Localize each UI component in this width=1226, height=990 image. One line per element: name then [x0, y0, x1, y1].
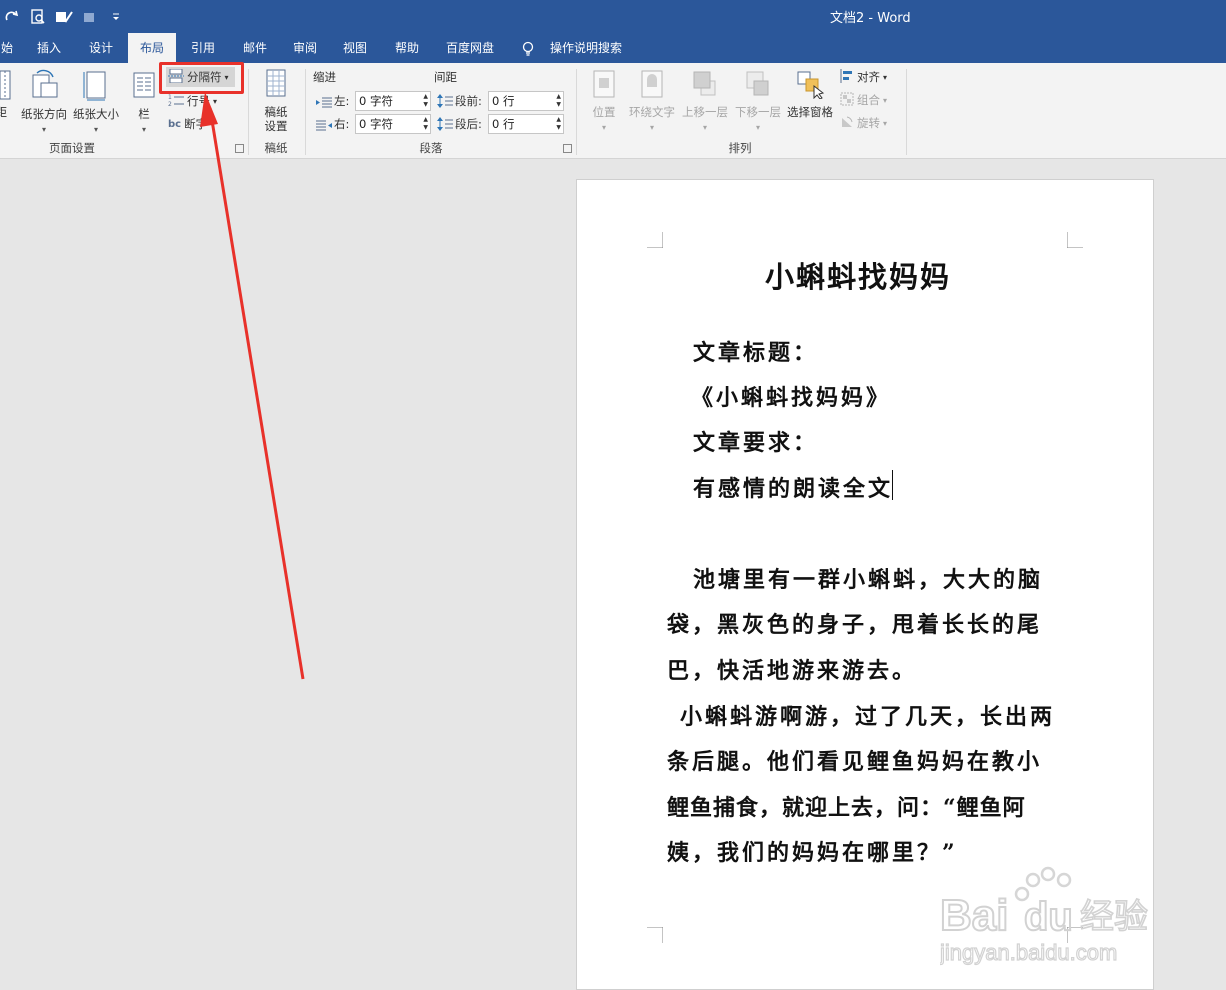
svg-text:Bai: Bai	[940, 891, 1008, 940]
svg-text:jingyan.baidu.com: jingyan.baidu.com	[940, 940, 1117, 965]
baidu-jingyan-watermark: Bai du 经验 jingyan.baidu.com	[940, 866, 1149, 966]
svg-text:du: du	[1024, 895, 1073, 939]
annotation-arrow-icon	[200, 92, 305, 680]
svg-text:经验: 经验	[1080, 897, 1148, 937]
